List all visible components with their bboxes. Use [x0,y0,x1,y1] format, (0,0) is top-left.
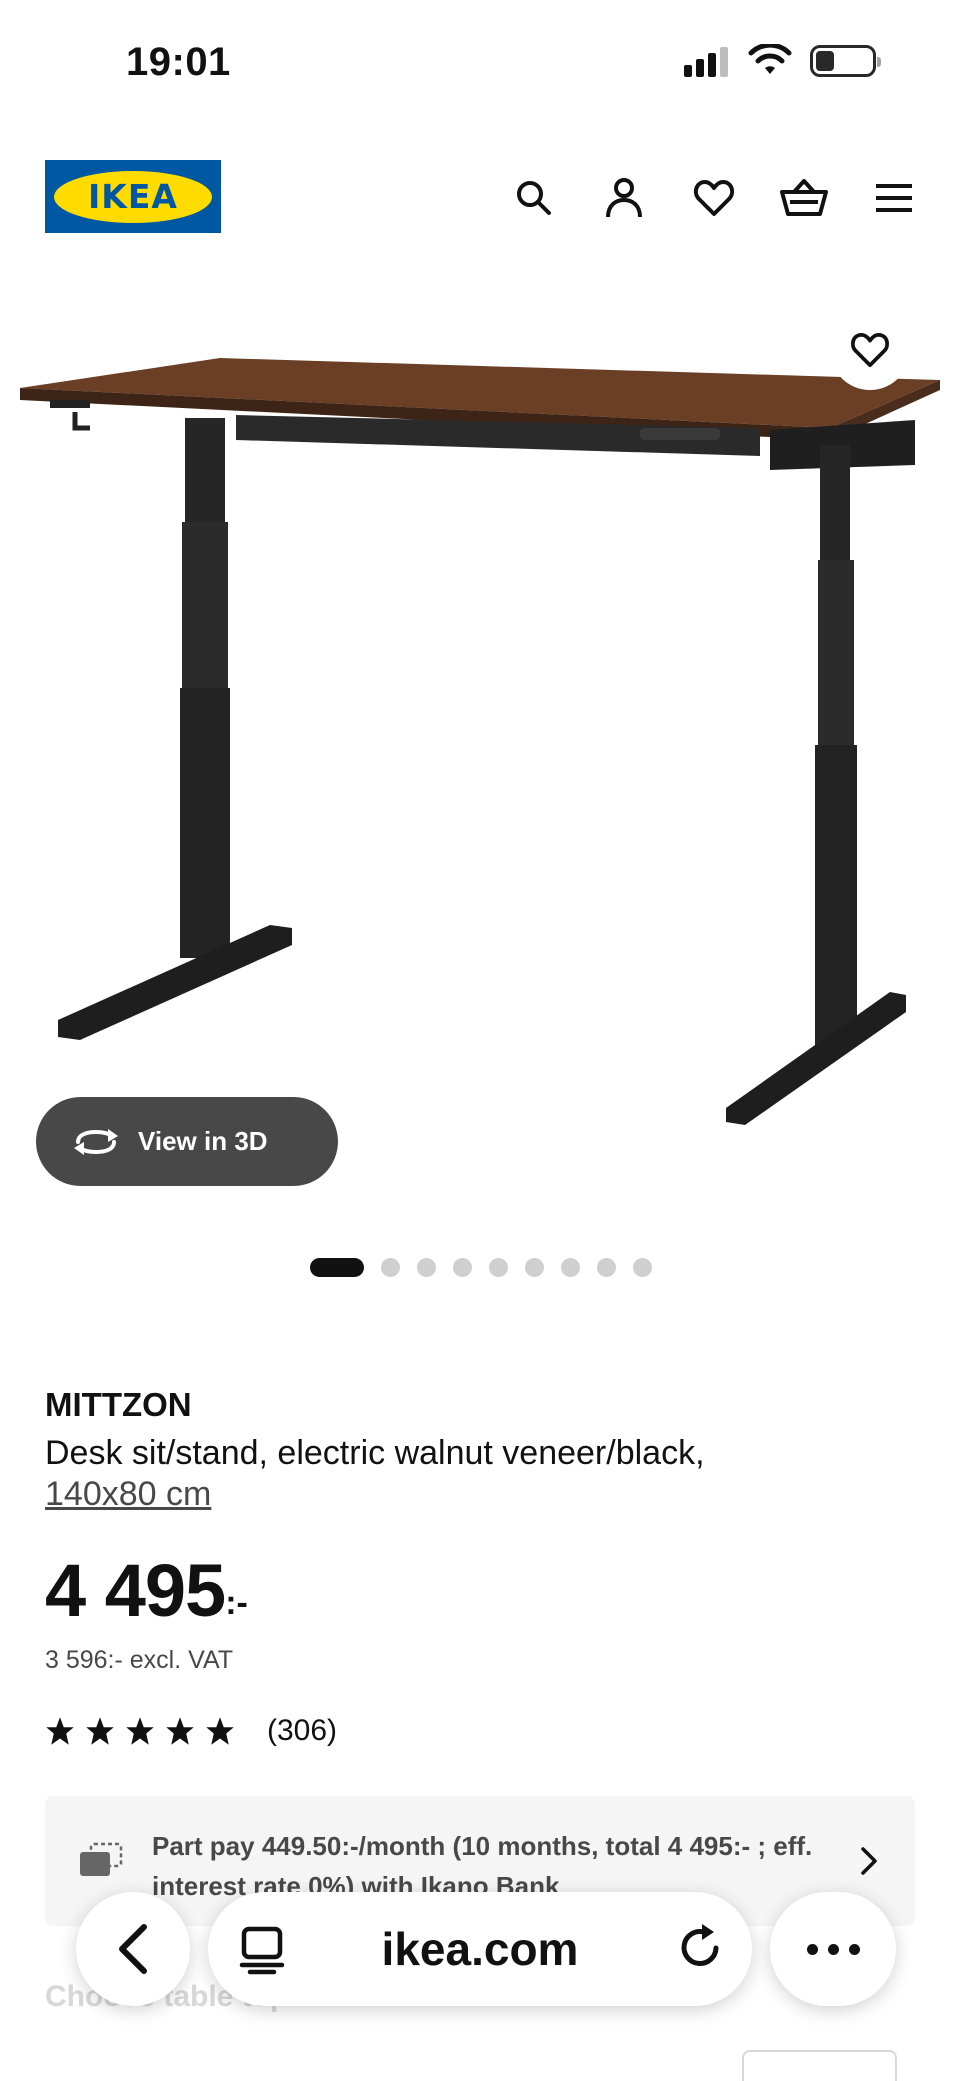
rotate-3d-icon [74,1128,118,1155]
star-icon [206,1717,234,1745]
reload-icon[interactable] [676,1922,726,1974]
back-button[interactable] [76,1892,190,2006]
product-name: MITTZON [45,1386,192,1423]
carousel-dot[interactable] [597,1258,616,1277]
product-image[interactable] [0,300,960,1220]
more-dot-icon [848,1943,860,1955]
carousel-dot[interactable] [381,1258,400,1277]
more-dot-icon [806,1943,818,1955]
chevron-left-icon [119,1924,147,1974]
ikea-logo[interactable]: IKEA [45,160,221,233]
more-options-button[interactable] [770,1892,896,2006]
price-suffix: :- [225,1584,248,1622]
carousel-dot[interactable] [525,1258,544,1277]
view-in-3d-label: View in 3D [138,1126,268,1156]
address-bar[interactable]: ikea.com [208,1892,752,2006]
status-time: 19:01 [126,40,231,84]
star-icon [46,1717,74,1745]
view-in-3d-button[interactable]: View in 3D [36,1097,338,1186]
cellular-signal-icon [684,47,728,77]
carousel-dot-active[interactable] [310,1258,364,1277]
product-price: 4 495 :- [45,1548,248,1633]
more-dot-icon [827,1943,839,1955]
logo-text: IKEA [88,177,178,216]
search-icon[interactable] [508,172,560,224]
battery-icon [810,45,881,77]
browser-toolbar: ikea.com [0,1892,960,2012]
product-description: Desk sit/stand, electric walnut veneer/b… [45,1434,705,1472]
star-icon [86,1717,114,1745]
rating-stars [45,1716,235,1746]
heart-icon [850,332,890,368]
basket-icon[interactable] [778,172,830,224]
heart-icon[interactable] [688,172,740,224]
colour-option-swatch[interactable] [742,2050,897,2081]
site-header: IKEA [0,150,960,250]
product-rating[interactable]: (306) [45,1714,337,1748]
user-icon[interactable] [598,172,650,224]
chevron-right-icon [861,1847,877,1875]
carousel-dot[interactable] [453,1258,472,1277]
star-icon [126,1717,154,1745]
header-icons [508,172,920,224]
status-bar: 19:01 [0,0,960,130]
carousel-dot[interactable] [561,1258,580,1277]
price-main: 4 495 [45,1549,226,1632]
menu-icon[interactable] [868,172,920,224]
star-icon [166,1717,194,1745]
wifi-icon [748,44,792,74]
status-icons [684,44,881,78]
credit-card-icon [80,1842,123,1876]
review-count: (306) [267,1714,338,1747]
add-to-favourites-button[interactable] [830,310,910,390]
price-excl-vat: 3 596:- excl. VAT [45,1646,234,1674]
desk-illustration [20,358,940,1125]
url-domain: ikea.com [381,1923,579,1975]
carousel-dot[interactable] [417,1258,436,1277]
image-carousel-dots[interactable] [310,1258,652,1277]
carousel-dot[interactable] [633,1258,652,1277]
product-size-link[interactable]: 140x80 cm [45,1475,211,1514]
carousel-dot[interactable] [489,1258,508,1277]
